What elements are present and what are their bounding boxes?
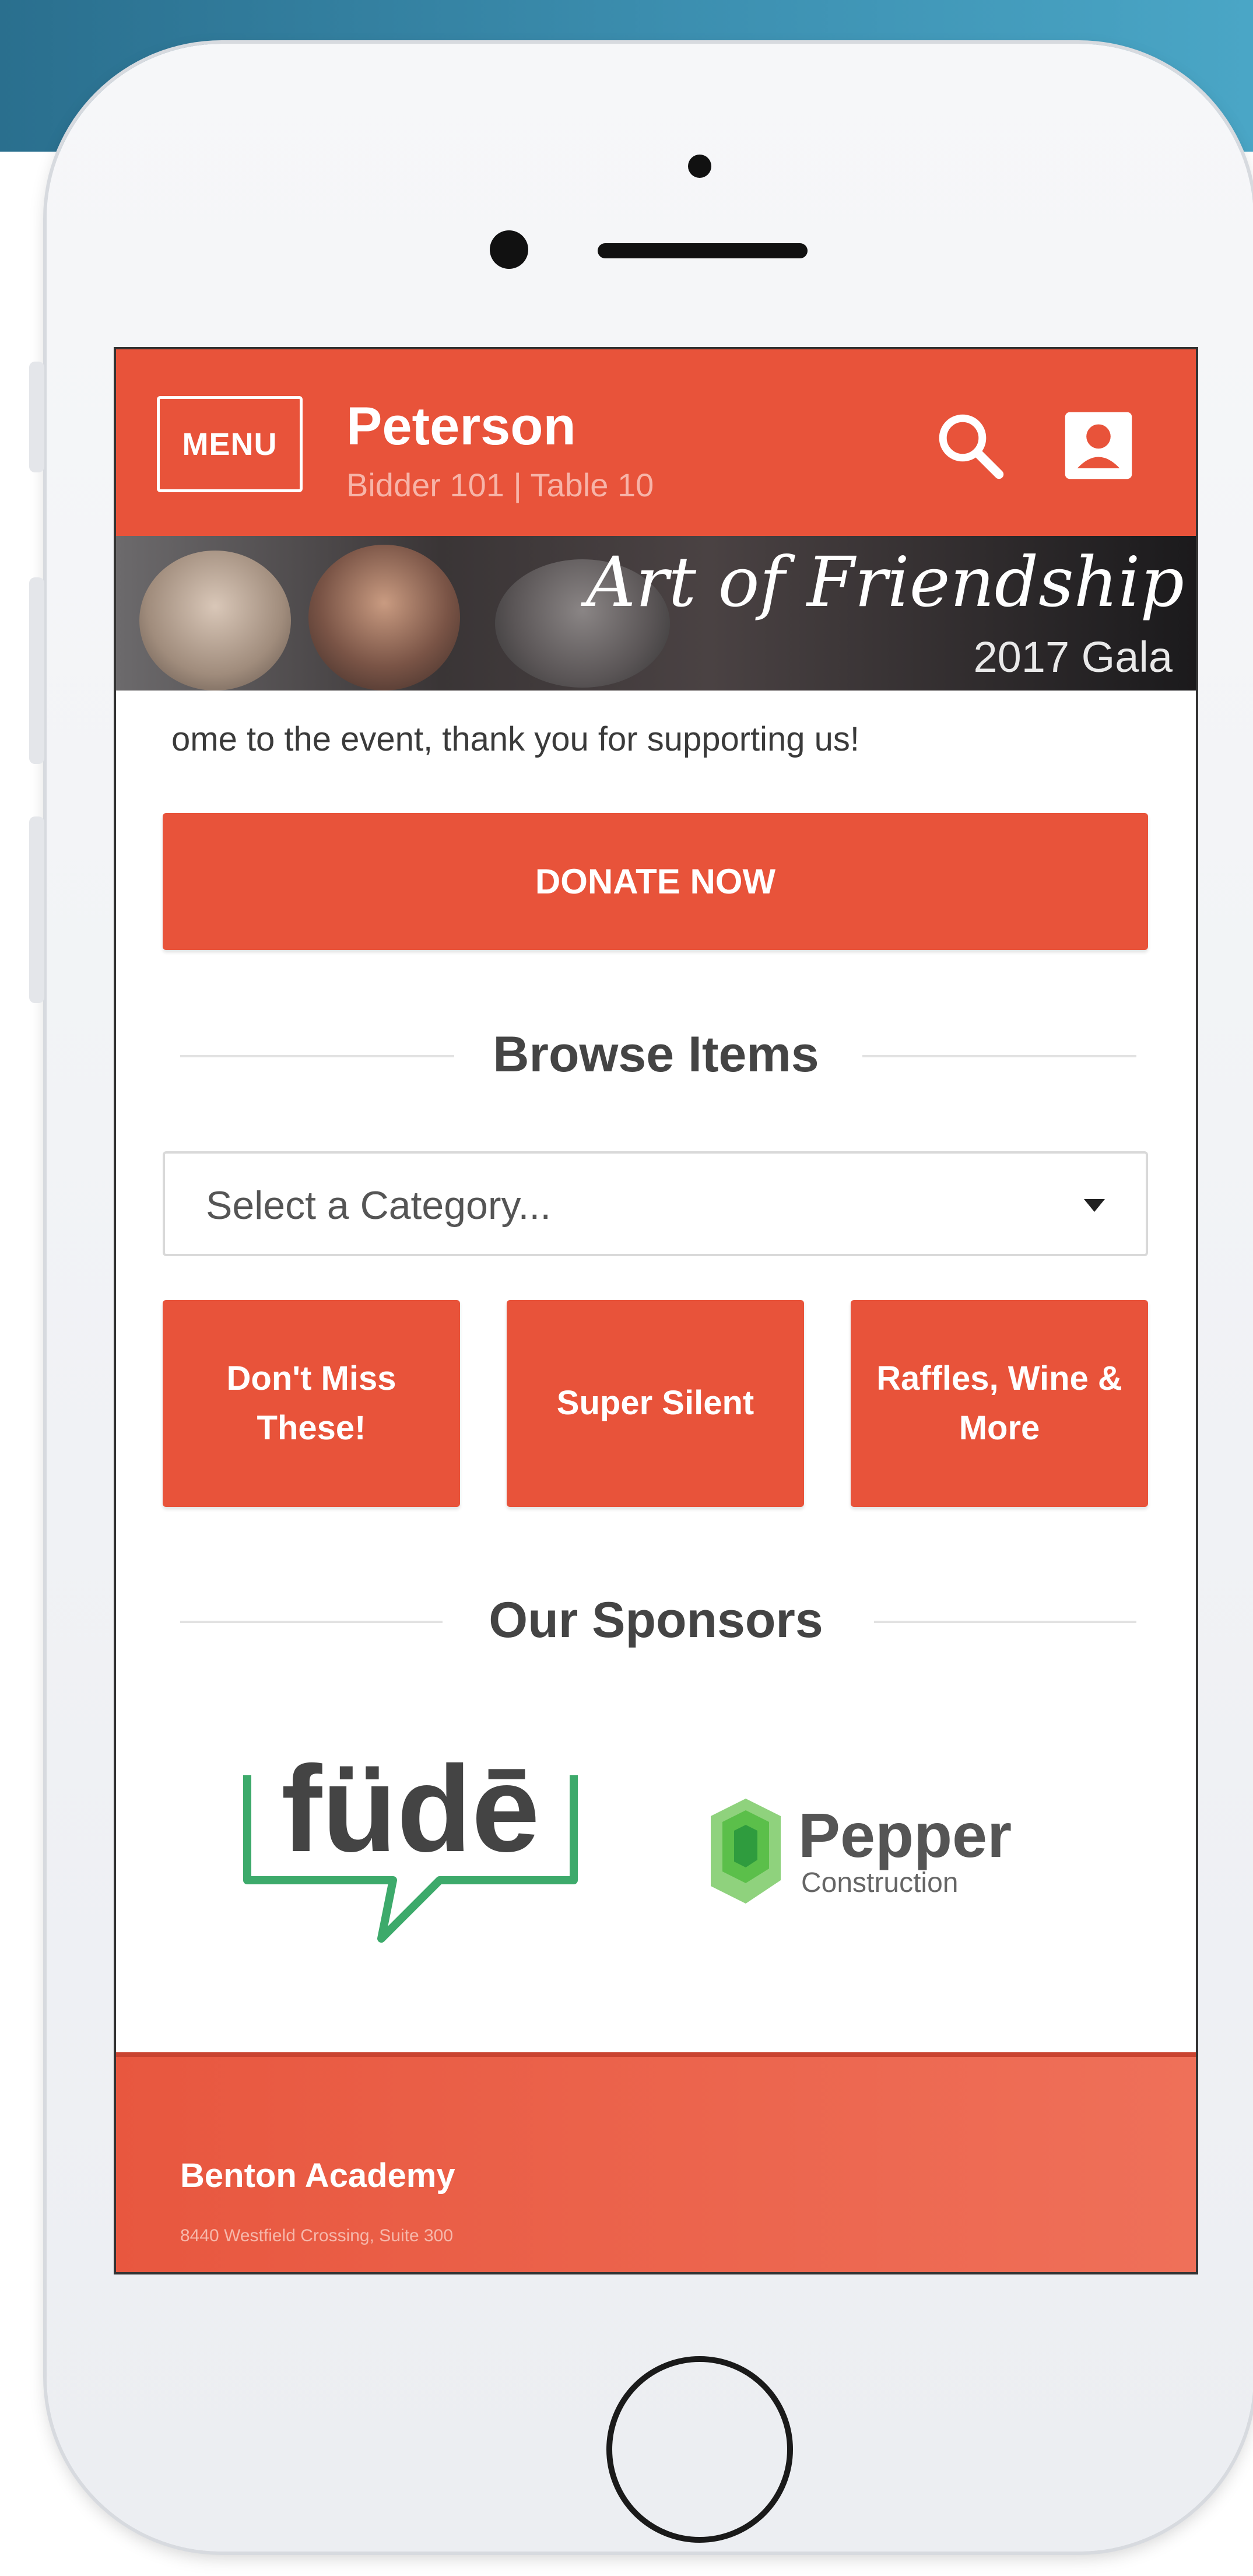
app-screen: MENU Peterson Bidder 101 | Table 10 Art … xyxy=(114,347,1198,2274)
sponsor-subtitle-pepper: Construction xyxy=(801,1867,958,1898)
category-tile-raffles[interactable]: Raffles, Wine & More xyxy=(851,1300,1148,1507)
sponsor-logo-fude[interactable]: füdē xyxy=(236,1705,585,1974)
sponsor-name-pepper: Pepper xyxy=(798,1800,1012,1870)
home-button[interactable] xyxy=(606,2356,793,2543)
pepper-construction-icon xyxy=(711,1799,781,1904)
bidder-info: Bidder 101 | Table 10 xyxy=(346,467,654,503)
banner-title: Art of Friendship xyxy=(586,542,1184,622)
footer-org-name: Benton Academy xyxy=(180,2157,455,2195)
donate-now-button[interactable]: DONATE NOW xyxy=(163,813,1148,950)
banner-subtitle: 2017 Gala xyxy=(973,633,1173,681)
category-select[interactable]: Select a Category... xyxy=(163,1151,1148,1256)
sponsor-logo-pepper[interactable]: Pepper Construction xyxy=(699,1781,1061,1921)
bidder-name: Peterson xyxy=(346,397,576,456)
sponsor-name-fude: füdē xyxy=(281,1740,539,1877)
front-camera xyxy=(490,230,528,269)
category-select-value: Select a Category... xyxy=(206,1183,552,1228)
earpiece-dot xyxy=(688,155,711,178)
footer-address: 8440 Westfield Crossing, Suite 300 xyxy=(180,2226,454,2245)
account-icon[interactable] xyxy=(1061,408,1136,483)
volume-button-up xyxy=(29,362,44,472)
app-header: MENU Peterson Bidder 101 | Table 10 xyxy=(116,349,1196,536)
volume-button-down xyxy=(29,577,44,764)
footer: Benton Academy 8440 Westfield Crossing, … xyxy=(116,2052,1196,2272)
search-icon[interactable] xyxy=(932,408,1008,483)
browse-divider-right xyxy=(862,1055,1136,1057)
chevron-down-icon xyxy=(1084,1199,1105,1212)
category-tile-dont-miss[interactable]: Don't Miss These! xyxy=(163,1300,460,1507)
menu-button[interactable]: MENU xyxy=(157,396,303,492)
welcome-message: ome to the event, thank you for supporti… xyxy=(171,720,860,758)
earpiece-speaker xyxy=(598,243,808,258)
banner-photo-person-2 xyxy=(308,545,460,691)
side-button xyxy=(29,816,44,1003)
category-tile-super-silent[interactable]: Super Silent xyxy=(507,1300,804,1507)
banner-photo-person-1 xyxy=(139,551,291,691)
sponsors-divider-right xyxy=(874,1621,1136,1623)
event-banner: Art of Friendship 2017 Gala xyxy=(116,536,1196,691)
